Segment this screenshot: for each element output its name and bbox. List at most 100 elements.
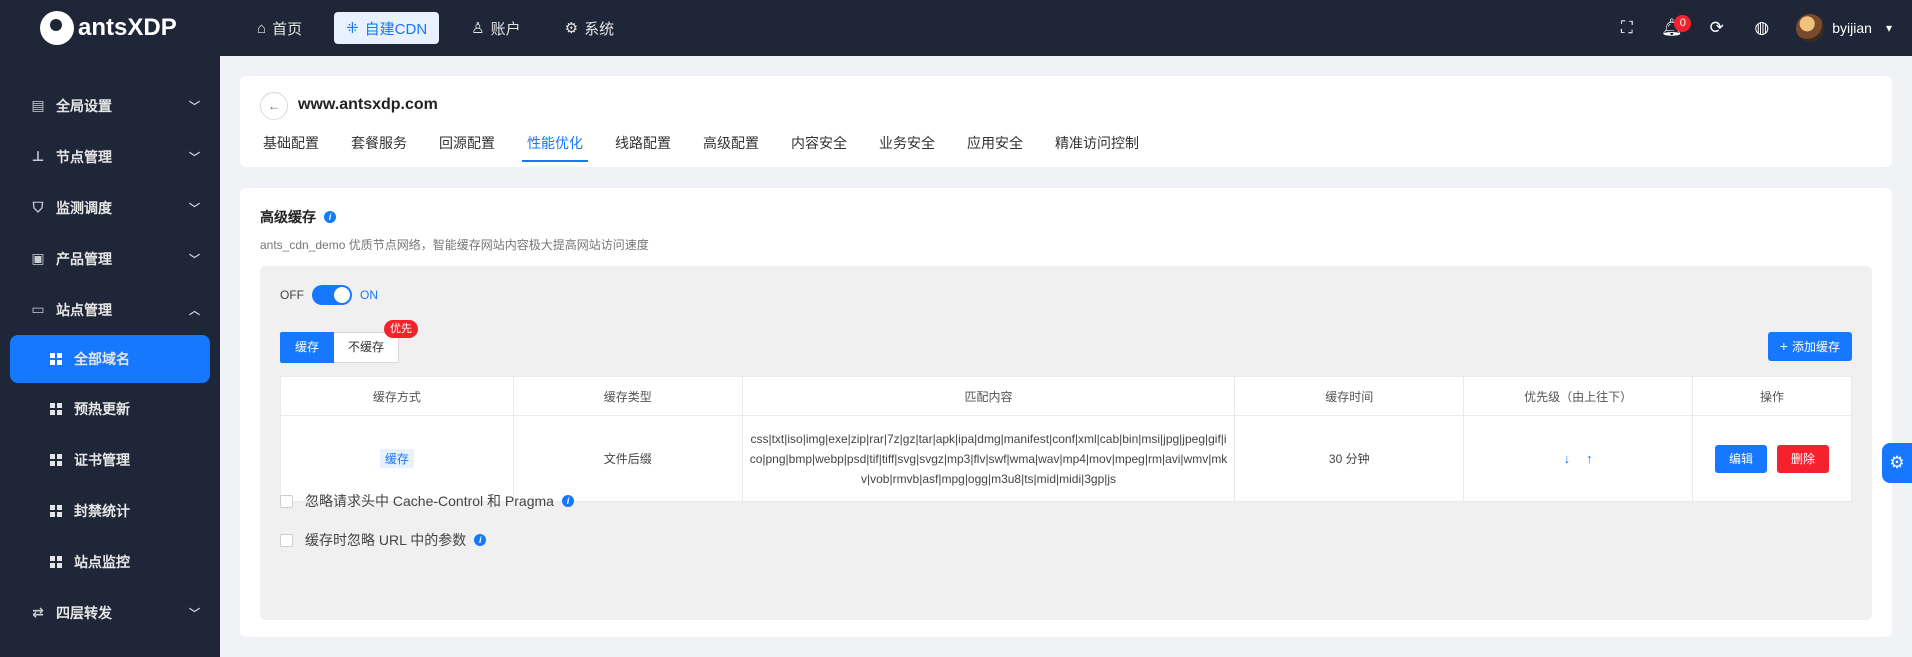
tab-performance[interactable]: 性能优化: [522, 126, 588, 162]
add-cache-button[interactable]: + 添加缓存: [1767, 332, 1852, 361]
refresh-button[interactable]: ⟳: [1694, 8, 1739, 48]
home-icon: ⌂: [257, 19, 267, 37]
chevron-down-icon: ﹀: [189, 100, 200, 113]
column-header: 缓存方式: [280, 376, 514, 416]
ignore-headers-checkbox[interactable]: [280, 494, 293, 508]
top-nav: ⌂ 首页 ⁜ 自建CDN ♙ 账户 ⚙ 系统: [245, 12, 646, 44]
sidebar-subitem-certificates[interactable]: 证书管理: [0, 434, 220, 485]
section-title: 高级缓存 i: [260, 207, 336, 227]
shield-icon: ⛉: [32, 199, 44, 215]
site-icon: ▭: [31, 301, 45, 317]
cache-toggle[interactable]: [312, 285, 352, 305]
plus-icon: +: [1779, 338, 1788, 354]
info-icon[interactable]: i: [561, 495, 574, 507]
tab-business-security[interactable]: 业务安全: [874, 126, 940, 162]
user-icon: ♙: [471, 20, 485, 37]
column-header: 缓存类型: [512, 376, 743, 416]
cache-rules-table: 缓存方式 缓存类型 匹配内容 缓存时间 优先级（由上往下） 操作 缓存 文件后缀…: [280, 376, 1852, 502]
username: byijian: [1832, 20, 1872, 36]
sidebar-item-node-management[interactable]: ⊥ 节点管理 ﹀: [0, 131, 220, 182]
fullscreen-button[interactable]: ⛶: [1604, 8, 1649, 48]
tab-basic[interactable]: 基础配置: [258, 126, 324, 162]
page-title: www.antsxdp.com: [298, 96, 438, 113]
topnav-cdn[interactable]: ⁜ 自建CDN: [334, 12, 440, 44]
domain-header-card: ← www.antsxdp.com 基础配置 套餐服务 回源配置 性能优化 线路…: [240, 76, 1892, 167]
grid-icon: [50, 453, 62, 466]
sidebar-subitem-prefetch[interactable]: 预热更新: [0, 383, 220, 434]
globe-icon: ◍: [1754, 18, 1770, 37]
delete-button[interactable]: 删除: [1777, 444, 1830, 473]
sidebar-item-product-management[interactable]: ▣ 产品管理 ﹀: [0, 233, 220, 284]
sidebar-item-monitoring[interactable]: ⛉ 监测调度 ﹀: [0, 182, 220, 233]
language-button[interactable]: ◍: [1739, 8, 1784, 48]
priority-badge: 优先: [384, 320, 418, 338]
settings-float-button[interactable]: ⚙: [1882, 443, 1912, 483]
notification-badge: 0: [1674, 15, 1692, 32]
config-tabs: 基础配置 套餐服务 回源配置 性能优化 线路配置 高级配置 内容安全 业务安全 …: [258, 126, 1166, 162]
edit-button[interactable]: 编辑: [1715, 444, 1768, 473]
forward-icon: ⇄: [32, 604, 44, 620]
back-button[interactable]: ←: [260, 92, 288, 120]
column-header: 优先级（由上往下）: [1463, 376, 1694, 416]
chevron-down-icon: ﹀: [189, 253, 200, 266]
ignore-params-checkbox[interactable]: [280, 533, 293, 547]
segment-cache[interactable]: 缓存: [280, 332, 335, 363]
ignore-headers-option: 忽略请求头中 Cache-Control 和 Pragma i: [280, 491, 574, 511]
gear-icon: ⚙: [564, 20, 579, 37]
sidebar: ▤ 全局设置 ﹀ ⊥ 节点管理 ﹀ ⛉ 监测调度 ﹀ ▣ 产品管理 ﹀ ▭ 站点…: [0, 56, 220, 657]
cache-mode-segment: 缓存 不缓存: [280, 332, 400, 363]
cache-panel: OFF ON 缓存 不缓存 优先 + 添加缓存 缓存方式 缓存类型 匹配内容 缓存…: [260, 266, 1872, 620]
top-bar: antsXDP ⌂ 首页 ⁜ 自建CDN ♙ 账户 ⚙ 系统 ⛶ 🔔︎ 0 ⟳ …: [0, 0, 1912, 56]
tab-package[interactable]: 套餐服务: [346, 126, 412, 162]
arrow-left-icon: ←: [268, 99, 280, 113]
settings-icon: ▤: [31, 97, 45, 113]
node-icon: ⊥: [31, 148, 45, 164]
table-row: 缓存 文件后缀 css|txt|iso|img|exe|zip|rar|7z|g…: [280, 415, 1852, 502]
chevron-down-icon: ▾: [1885, 21, 1892, 35]
topnav-account[interactable]: ♙ 账户: [459, 12, 532, 44]
sidebar-item-global-settings[interactable]: ▤ 全局设置 ﹀: [0, 80, 220, 131]
grid-icon: [50, 504, 62, 517]
sidebar-item-l4-forward[interactable]: ⇄ 四层转发 ﹀: [0, 587, 220, 638]
tab-origin[interactable]: 回源配置: [434, 126, 500, 162]
cache-switch-row: OFF ON: [280, 285, 378, 305]
column-header: 操作: [1692, 376, 1852, 416]
sidebar-subitem-site-monitor[interactable]: 站点监控: [0, 536, 220, 587]
tab-advanced[interactable]: 高级配置: [698, 126, 764, 162]
notification-button[interactable]: 🔔︎ 0: [1649, 8, 1694, 48]
ignore-params-option: 缓存时忽略 URL 中的参数 i: [280, 530, 487, 550]
avatar: [1796, 14, 1825, 42]
arrow-up-icon[interactable]: ↑: [1586, 451, 1593, 466]
brand-logo[interactable]: antsXDP: [0, 11, 220, 45]
advanced-cache-card: 高级缓存 i ants_cdn_demo 优质节点网络，智能缓存网站内容极大提高…: [240, 188, 1892, 637]
arrow-down-icon[interactable]: ↓: [1564, 451, 1571, 466]
cache-method-tag: 缓存: [379, 449, 414, 468]
chevron-down-icon: ﹀: [189, 607, 200, 620]
cdn-icon: ⁜: [346, 20, 359, 37]
sidebar-subitem-all-domains[interactable]: 全部域名: [10, 335, 210, 383]
user-menu[interactable]: byijian ▾: [1796, 14, 1892, 42]
grid-icon: [50, 555, 62, 568]
column-header: 缓存时间: [1234, 376, 1465, 416]
topnav-system[interactable]: ⚙ 系统: [553, 12, 626, 44]
refresh-icon: ⟳: [1709, 18, 1724, 37]
table-header-row: 缓存方式 缓存类型 匹配内容 缓存时间 优先级（由上往下） 操作: [280, 376, 1852, 416]
product-icon: ▣: [31, 250, 45, 266]
tab-content-security[interactable]: 内容安全: [786, 126, 852, 162]
gear-icon: ⚙: [1889, 453, 1905, 472]
switch-off-label: OFF: [280, 288, 304, 302]
grid-icon: [50, 353, 62, 365]
switch-on-label: ON: [360, 288, 378, 302]
chevron-down-icon: ﹀: [189, 202, 200, 215]
info-icon[interactable]: i: [324, 211, 336, 223]
topnav-home[interactable]: ⌂ 首页: [245, 12, 314, 44]
tab-access-control[interactable]: 精准访问控制: [1050, 126, 1144, 162]
grid-icon: [50, 402, 62, 415]
tab-app-security[interactable]: 应用安全: [962, 126, 1028, 162]
chevron-up-icon: ︿: [189, 304, 200, 317]
tab-routing[interactable]: 线路配置: [610, 126, 676, 162]
info-icon[interactable]: i: [474, 534, 487, 546]
sidebar-item-site-management[interactable]: ▭ 站点管理 ︿: [0, 284, 220, 335]
section-description: ants_cdn_demo 优质节点网络，智能缓存网站内容极大提高网站访问速度: [260, 238, 649, 252]
sidebar-subitem-ban-stats[interactable]: 封禁统计: [0, 485, 220, 536]
